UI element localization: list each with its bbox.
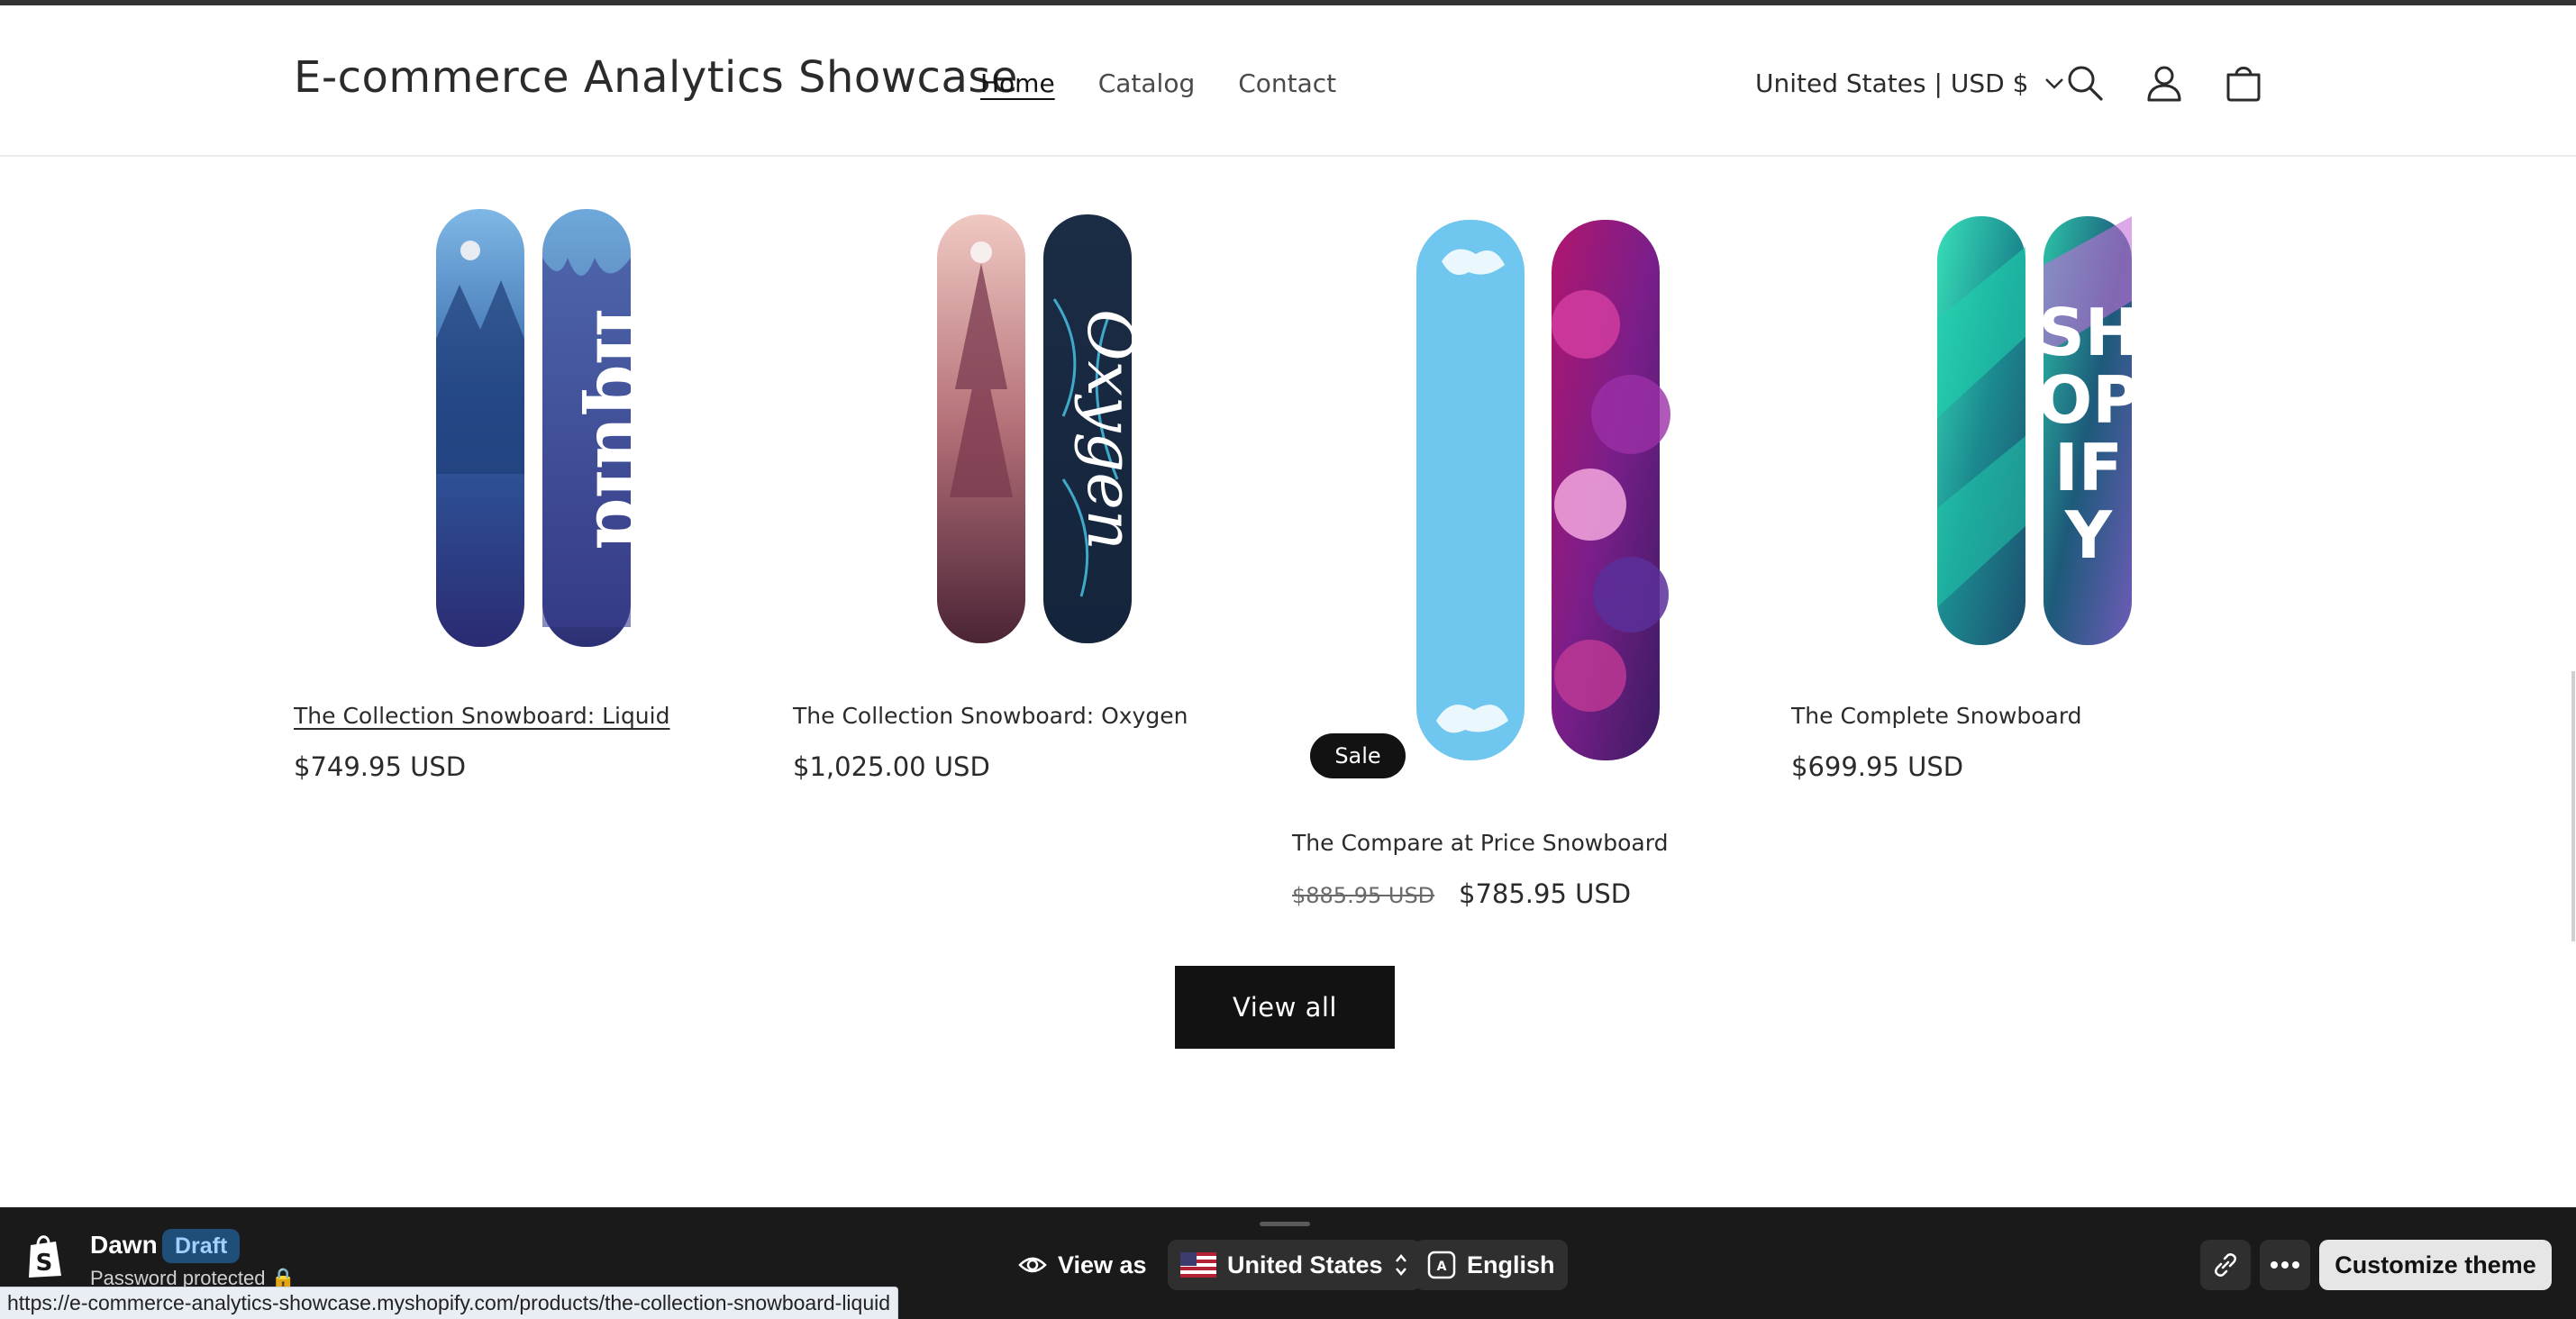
svg-text:liquid: liquid <box>579 308 640 550</box>
product-price: $699.95 USD <box>1791 751 1964 782</box>
link-status-url: https://e-commerce-analytics-showcase.my… <box>0 1287 899 1319</box>
customize-theme-button[interactable]: Customize theme <box>2319 1240 2552 1290</box>
svg-text:S: S <box>36 1250 53 1277</box>
theme-name: Dawn <box>90 1231 158 1259</box>
site-header: E-commerce Analytics Showcase Home Catal… <box>0 5 2576 157</box>
svg-text:OP: OP <box>2037 362 2140 438</box>
more-actions-button[interactable] <box>2260 1240 2310 1290</box>
us-flag-icon <box>1180 1252 1216 1278</box>
view-as-label-group: View as <box>1018 1240 1147 1290</box>
svg-text:SH: SH <box>2038 295 2139 370</box>
scrollbar[interactable] <box>2571 671 2575 941</box>
product-title[interactable]: The Collection Snowboard: Oxygen <box>793 703 1188 729</box>
svg-text:A: A <box>1437 1260 1447 1274</box>
language-label: English <box>1467 1251 1555 1278</box>
sale-badge: Sale <box>1310 733 1406 778</box>
product-image-compare[interactable] <box>1406 216 1676 766</box>
nav-contact-link[interactable]: Contact <box>1238 68 1336 98</box>
product-image-liquid[interactable]: liquid <box>423 204 640 654</box>
main-nav: Home Catalog Contact <box>980 68 1336 98</box>
link-icon <box>2215 1253 2236 1277</box>
product-price: $749.95 USD <box>294 751 467 782</box>
eye-icon <box>1018 1257 1047 1273</box>
product-title[interactable]: The Compare at Price Snowboard <box>1292 830 1668 856</box>
view-all-button[interactable]: View all <box>1175 966 1395 1049</box>
product-image-complete[interactable]: SH OP IF Y <box>1928 211 2144 652</box>
preview-bar-drag-handle[interactable] <box>1260 1222 1310 1226</box>
product-title[interactable]: The Collection Snowboard: Liquid <box>294 703 669 729</box>
translate-icon: A <box>1427 1251 1456 1279</box>
chevron-down-icon <box>2045 77 2064 89</box>
svg-text:Oxygen: Oxygen <box>1073 309 1144 550</box>
product-title[interactable]: The Complete Snowboard <box>1791 703 2082 729</box>
nav-catalog-link[interactable]: Catalog <box>1098 68 1196 98</box>
copy-link-button[interactable] <box>2200 1240 2251 1290</box>
svg-text:IF: IF <box>2054 430 2123 505</box>
country-currency-label: United States | USD $ <box>1755 68 2029 98</box>
theme-status-badge: Draft <box>162 1229 241 1263</box>
search-icon[interactable] <box>2063 61 2107 105</box>
chevron-up-down-icon <box>1395 1254 1406 1276</box>
language-selector[interactable]: A English <box>1415 1240 1568 1290</box>
country-selector[interactable]: United States <box>1168 1240 1421 1290</box>
product-image-oxygen[interactable]: Oxygen <box>928 209 1144 650</box>
shopify-bag-icon: S <box>29 1235 61 1278</box>
account-icon[interactable] <box>2143 61 2186 105</box>
country-currency-selector[interactable]: United States | USD $ <box>1755 68 2064 98</box>
view-as-label: View as <box>1058 1251 1147 1278</box>
store-logo[interactable]: E-commerce Analytics Showcase <box>294 52 1018 103</box>
cart-icon[interactable] <box>2222 61 2265 105</box>
product-price: $1,025.00 USD <box>793 751 990 782</box>
svg-text:Y: Y <box>2064 497 2113 573</box>
compare-at-price: $885.95 USD <box>1292 883 1435 908</box>
product-price: $785.95 USD <box>1459 878 1632 909</box>
more-icon <box>2271 1261 2299 1269</box>
country-label: United States <box>1227 1251 1383 1278</box>
nav-home-link[interactable]: Home <box>980 68 1055 98</box>
